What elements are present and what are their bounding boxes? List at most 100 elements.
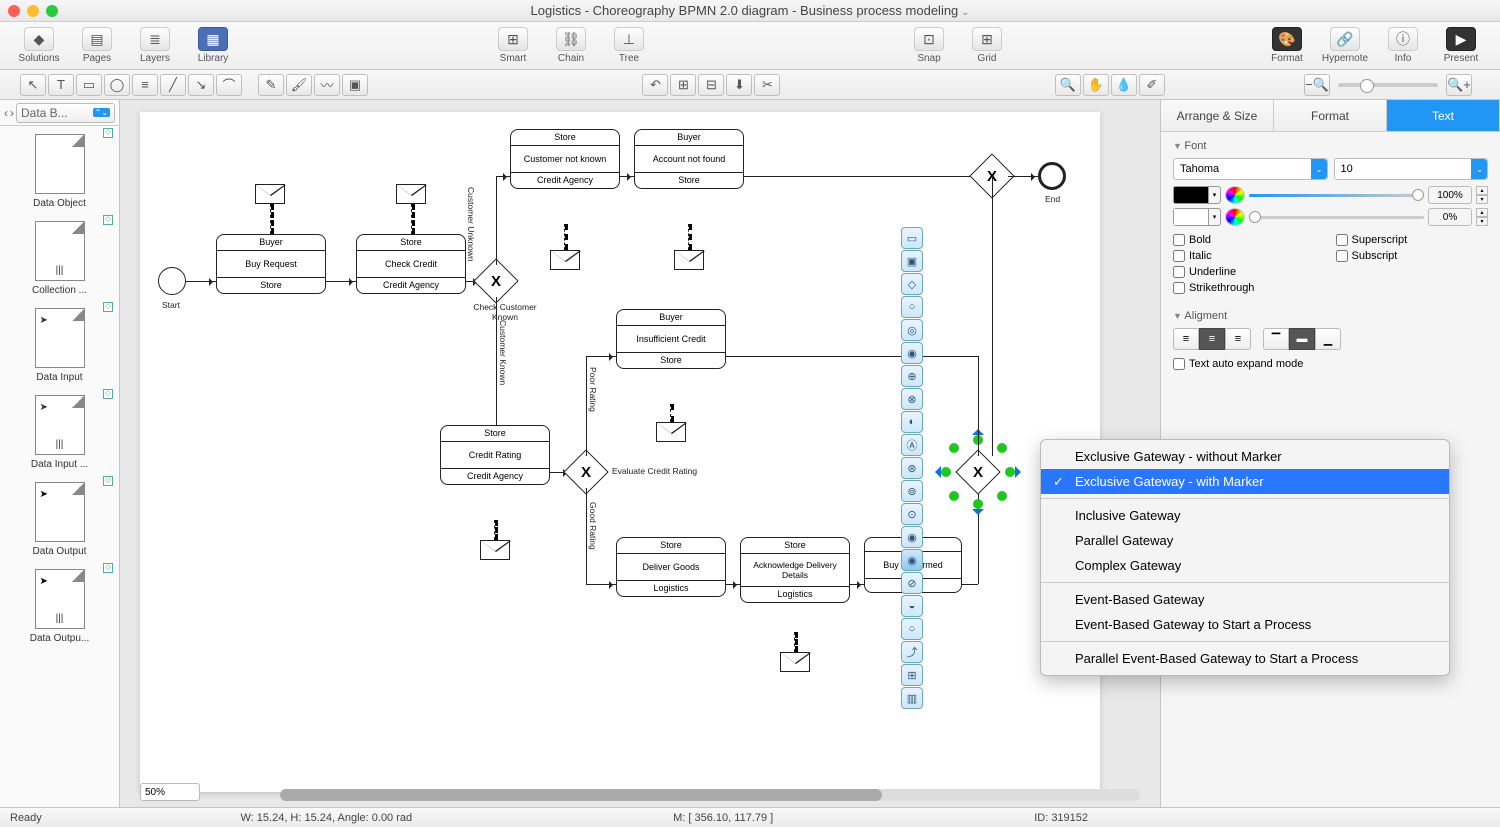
auto-expand-checkbox[interactable]: Text auto expand mode: [1173, 358, 1488, 370]
text-tool[interactable]: T: [48, 74, 74, 96]
color-wheel-button[interactable]: [1225, 186, 1245, 204]
canvas-area[interactable]: Start Buyer Buy Request Store Store Chec…: [120, 100, 1160, 807]
font-section-header[interactable]: Font: [1173, 140, 1488, 152]
pointer-tool[interactable]: ↖: [20, 74, 46, 96]
horizontal-scrollbar[interactable]: [280, 789, 1140, 801]
palette-item[interactable]: ⊚: [901, 480, 923, 502]
choreography-deliver[interactable]: Store Deliver Goods Logistics: [616, 537, 726, 597]
choreography-acct-not-found[interactable]: Buyer Account not found Store: [634, 129, 744, 189]
connector[interactable]: [586, 356, 587, 456]
zoom-in-button[interactable]: 🔍+: [1446, 74, 1472, 96]
shape-list[interactable]: ◇Data Object ◇|||Collection ... ◇➤Data I…: [0, 126, 119, 807]
zoom-slider[interactable]: [1338, 83, 1438, 87]
connector[interactable]: [726, 584, 740, 585]
align-bottom-button[interactable]: ▁: [1315, 328, 1341, 350]
connector[interactable]: [978, 356, 979, 456]
align-top-button[interactable]: ▔: [1263, 328, 1289, 350]
stepper[interactable]: ▴▾: [1476, 186, 1488, 204]
underline-checkbox[interactable]: Underline: [1173, 266, 1326, 278]
pan-tool[interactable]: ✋: [1083, 74, 1109, 96]
smart-button[interactable]: ⊞Smart: [484, 27, 542, 64]
choreography-buy-request[interactable]: Buyer Buy Request Store: [216, 234, 326, 294]
menu-item-exclusive-marker[interactable]: Exclusive Gateway - with Marker: [1041, 469, 1449, 494]
choreography-ack[interactable]: Store Acknowledge Delivery Details Logis…: [740, 537, 850, 603]
strike-checkbox[interactable]: Strikethrough: [1173, 282, 1326, 294]
brush-tool[interactable]: 🖌: [286, 74, 312, 96]
choreography-cust-not-known[interactable]: Store Customer not known Credit Agency: [510, 129, 620, 189]
present-button[interactable]: ▶Present: [1432, 27, 1490, 64]
palette-item[interactable]: ⊗: [901, 388, 923, 410]
smart-shape-palette[interactable]: ▭ ▣ ◇ ○ ◎ ◉ ⊕ ⊗ ◐ Ⓐ ⊛ ⊚ ⊙ ◉ ◉ ⊘ ◒ ○ ⤴ ⊞: [901, 227, 925, 710]
palette-item[interactable]: ⊕: [901, 365, 923, 387]
palette-item[interactable]: ◐: [901, 411, 923, 433]
ellipse-tool[interactable]: ◯: [104, 74, 130, 96]
start-event[interactable]: [158, 267, 186, 295]
palette-item[interactable]: ▣: [901, 250, 923, 272]
connector[interactable]: [992, 176, 993, 456]
shape-item[interactable]: ◇➤Data Input: [0, 300, 119, 387]
font-size-select[interactable]: 10⌄: [1334, 158, 1489, 180]
info-button[interactable]: ⓘInfo: [1374, 27, 1432, 64]
grid-button[interactable]: ⊞Grid: [958, 27, 1016, 64]
group-button[interactable]: ⊞: [670, 74, 696, 96]
subscript-checkbox[interactable]: Subscript: [1336, 250, 1489, 262]
choreography-check-credit[interactable]: Store Check Credit Credit Agency: [356, 234, 466, 294]
palette-item[interactable]: ◒: [901, 595, 923, 617]
canvas[interactable]: Start Buyer Buy Request Store Store Chec…: [140, 112, 1100, 792]
rect-tool[interactable]: ▭: [76, 74, 102, 96]
zoom-select[interactable]: 50%: [140, 783, 200, 801]
connector[interactable]: [496, 176, 497, 265]
menu-item-event-based-start[interactable]: Event-Based Gateway to Start a Process: [1041, 612, 1449, 637]
shape-item[interactable]: ◇➤|||Data Outpu...: [0, 561, 119, 648]
snap-button[interactable]: ⊡Snap: [900, 27, 958, 64]
palette-item[interactable]: ◉: [901, 526, 923, 548]
library-selector[interactable]: Data B...⌃⌄: [16, 103, 115, 123]
menu-item-event-based[interactable]: Event-Based Gateway: [1041, 587, 1449, 612]
arc-tool[interactable]: ⌒: [216, 74, 242, 96]
menu-item-complex[interactable]: Complex Gateway: [1041, 553, 1449, 578]
align-middle-button[interactable]: ▬: [1289, 328, 1315, 350]
palette-item[interactable]: Ⓐ: [901, 434, 923, 456]
bring-front-button[interactable]: ✂: [754, 74, 780, 96]
choreography-credit-rating[interactable]: Store Credit Rating Credit Agency: [440, 425, 550, 485]
send-back-button[interactable]: ⬇: [726, 74, 752, 96]
connector[interactable]: [496, 176, 510, 177]
connector[interactable]: [326, 281, 356, 282]
menu-item-inclusive[interactable]: Inclusive Gateway: [1041, 503, 1449, 528]
connector[interactable]: [620, 176, 634, 177]
close-window-button[interactable]: [8, 5, 20, 17]
connector-tool[interactable]: ↘: [188, 74, 214, 96]
connector[interactable]: [586, 488, 587, 584]
palette-item[interactable]: ◉: [901, 342, 923, 364]
chain-button[interactable]: ⛓Chain: [542, 27, 600, 64]
tab-arrange[interactable]: Arrange & Size: [1161, 100, 1274, 131]
connector[interactable]: [726, 356, 978, 357]
library-button[interactable]: ▦Library: [184, 27, 242, 64]
shape-item[interactable]: ◇➤|||Data Input ...: [0, 387, 119, 474]
bg-color-swatch[interactable]: ▾: [1173, 208, 1221, 226]
undo-button[interactable]: ↶: [642, 74, 668, 96]
palette-item[interactable]: ⊛: [901, 457, 923, 479]
bezier-tool[interactable]: 〰: [314, 74, 340, 96]
color-wheel-button[interactable]: [1225, 208, 1245, 226]
palette-item[interactable]: ◎: [901, 319, 923, 341]
tree-button[interactable]: ⊥Tree: [600, 27, 658, 64]
bg-opacity-slider[interactable]: [1249, 216, 1424, 219]
window-title[interactable]: Logistics - Choreography BPMN 2.0 diagra…: [531, 3, 970, 18]
format-button[interactable]: 🎨Format: [1258, 27, 1316, 64]
palette-item[interactable]: ▭: [901, 227, 923, 249]
nav-fwd-button[interactable]: ›: [10, 106, 14, 120]
font-family-select[interactable]: Tahoma⌄: [1173, 158, 1328, 180]
palette-item[interactable]: ⊙: [901, 503, 923, 525]
fullscreen-window-button[interactable]: [46, 5, 58, 17]
connector[interactable]: [586, 584, 616, 585]
palette-item[interactable]: ⊘: [901, 572, 923, 594]
align-left-button[interactable]: ≡: [1173, 328, 1199, 350]
align-right-button[interactable]: ≡: [1225, 328, 1251, 350]
pen-tool[interactable]: ✎: [258, 74, 284, 96]
hypernote-button[interactable]: 🔗Hypernote: [1316, 27, 1374, 64]
ungroup-button[interactable]: ⊟: [698, 74, 724, 96]
connector[interactable]: [1008, 176, 1038, 177]
tab-text[interactable]: Text: [1387, 100, 1500, 131]
connector[interactable]: [744, 176, 992, 177]
